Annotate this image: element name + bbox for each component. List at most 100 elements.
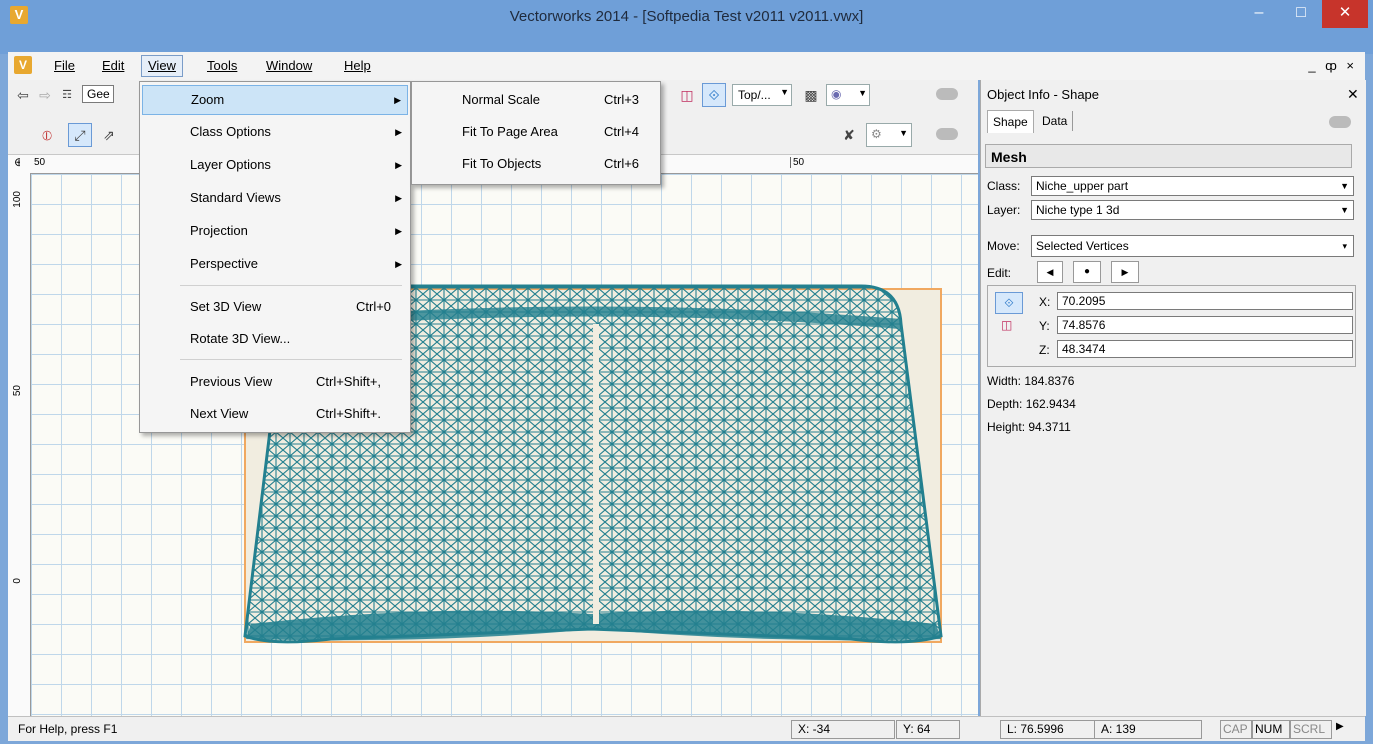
class-hierarchy-icon[interactable]: ☶ [56, 84, 78, 106]
palette-expand-toggle[interactable] [1329, 116, 1351, 128]
menu-tools[interactable]: Tools [201, 56, 243, 76]
projection-icon: ◉ [831, 87, 842, 101]
menu-item-zoom[interactable]: Zoom ▶ [142, 85, 408, 115]
menu-item-shortcut: Ctrl+0 [356, 299, 392, 314]
tab-data[interactable]: Data [1037, 111, 1074, 131]
menu-item-normal-scale[interactable]: Normal Scale Ctrl+3 [412, 85, 658, 115]
toolbar-expand-toggle[interactable] [936, 88, 958, 100]
close-button[interactable]: ✕ [1322, 0, 1368, 28]
no-vertex-icon[interactable]: ⦶ [36, 124, 58, 146]
move-vertices-icon[interactable]: ⇗ [98, 124, 120, 146]
chevron-down-icon: ▼ [1340, 205, 1349, 215]
class-select[interactable]: Niche_upper part ▼ [1031, 176, 1354, 196]
ruler-label: 100 [12, 191, 23, 208]
num-lock-indicator: NUM [1252, 720, 1290, 739]
status-more-arrow-icon[interactable]: ▶ [1336, 721, 1344, 732]
menu-item-shortcut: Ctrl+4 [604, 124, 640, 139]
menu-file[interactable]: File [48, 56, 81, 76]
layer-select[interactable]: Niche type 1 3d ▼ [1031, 200, 1354, 220]
depth-readout: Depth: 162.9434 [987, 397, 1076, 411]
class-value: Niche_upper part [1036, 179, 1129, 193]
menu-edit[interactable]: Edit [96, 56, 130, 76]
menu-item-label: Previous View [190, 374, 273, 389]
status-bar: For Help, press F1 X: -34 Y: 64 L: 76.59… [8, 716, 1365, 741]
menu-view[interactable]: View [141, 55, 183, 77]
menu-item-fit-to-page-area[interactable]: Fit To Page Area Ctrl+4 [412, 117, 658, 147]
maximize-button[interactable]: □ [1280, 0, 1322, 28]
ruler-label: 50 [790, 157, 804, 168]
document-icon[interactable]: V [14, 56, 32, 74]
forward-arrow-icon[interactable]: ⇨ [34, 84, 56, 106]
menu-item-fit-to-objects[interactable]: Fit To Objects Ctrl+6 [412, 149, 658, 179]
submenu-arrow-icon: ▶ [395, 259, 402, 269]
menu-separator [180, 359, 402, 360]
y-label: Y: [1039, 319, 1050, 333]
ruler-vertical[interactable]: 100 50 0 [8, 173, 31, 716]
screen-plane-icon[interactable]: ⟐ [995, 292, 1023, 314]
flyover-tool-icon[interactable]: ✘ [838, 124, 860, 146]
standard-view-select[interactable]: Top/... ▼ [732, 84, 792, 106]
screen-plane-icon[interactable]: ⟐ [702, 83, 726, 107]
class-label: Class: [987, 179, 1021, 193]
palette-close-icon[interactable]: ✕ [1347, 86, 1359, 103]
caps-lock-indicator: CAP [1220, 720, 1252, 739]
move-value: Selected Vertices [1036, 239, 1129, 253]
tab-shape[interactable]: Shape [987, 110, 1034, 133]
layer-plane-icon[interactable]: ◫ [1001, 318, 1012, 332]
next-vertex-button[interactable]: ▶ [1111, 261, 1139, 283]
angle-readout: A: 139 [1094, 720, 1202, 739]
menu-help-label: Help [344, 58, 371, 73]
center-vertex-button[interactable]: ● [1073, 261, 1101, 283]
menu-item-projection[interactable]: Projection ▶ [142, 216, 408, 246]
ruler-label: 50 [34, 157, 46, 168]
submenu-arrow-icon: ▶ [394, 95, 401, 105]
preferences-select[interactable]: ⚙ ▼ [866, 123, 912, 147]
length-readout: L: 76.5996 [1000, 720, 1096, 739]
chevron-down-icon: ▼ [899, 128, 908, 138]
tab-shape-label: Shape [993, 115, 1028, 129]
menu-help[interactable]: Help [338, 56, 377, 76]
active-class-field[interactable]: Gee [82, 85, 114, 103]
ruler-label: 50 [12, 385, 23, 397]
minimize-button[interactable]: – [1238, 0, 1280, 28]
menu-item-previous-view[interactable]: Previous View Ctrl+Shift+, [142, 367, 408, 397]
menu-item-class-options[interactable]: Class Options ▶ [142, 117, 408, 147]
projection-select[interactable]: ◉ ▼ [826, 84, 870, 106]
chevron-down-icon: ▼ [1340, 181, 1349, 191]
z-field[interactable]: 48.3474 [1057, 340, 1353, 358]
menu-window-label: Window [266, 58, 313, 73]
menu-item-label: Next View [190, 406, 249, 421]
menu-item-shortcut: Ctrl+6 [604, 156, 640, 171]
width-readout: Width: 184.8376 [987, 374, 1075, 388]
menu-separator [180, 285, 402, 286]
previous-vertex-button[interactable]: ◀ [1037, 261, 1063, 283]
status-help-text: For Help, press F1 [18, 722, 118, 736]
z-label: Z: [1039, 343, 1050, 357]
render-mode-icon[interactable]: ▩ [800, 84, 822, 106]
move-vertex-icon[interactable]: ⤢ [68, 123, 92, 147]
y-field[interactable]: 74.8576 [1057, 316, 1353, 334]
menu-item-perspective[interactable]: Perspective ▶ [142, 249, 408, 279]
document-window-controls[interactable]: _ ȹ × [1308, 58, 1357, 73]
modebar-expand-toggle[interactable] [936, 128, 958, 140]
menu-item-rotate-3d-view[interactable]: Rotate 3D View... [142, 324, 408, 354]
menu-item-set-3d-view[interactable]: Set 3D View Ctrl+0 [142, 292, 408, 322]
back-arrow-icon[interactable]: ⇦ [12, 84, 34, 106]
edit-label: Edit: [987, 266, 1012, 280]
menu-item-layer-options[interactable]: Layer Options ▶ [142, 150, 408, 180]
menu-item-next-view[interactable]: Next View Ctrl+Shift+. [142, 399, 408, 429]
menu-tools-label: Tools [207, 58, 238, 73]
scroll-lock-indicator: SCRL [1290, 720, 1332, 739]
menu-item-label: Layer Options [190, 157, 271, 172]
menu-window[interactable]: Window [260, 56, 318, 76]
x-field[interactable]: 70.2095 [1057, 292, 1353, 310]
chevron-down-icon: ▼ [780, 87, 789, 97]
move-select[interactable]: Selected Vertices ▾ [1031, 235, 1354, 257]
layer-plane-icon[interactable]: ◫ [676, 84, 698, 106]
menu-item-shortcut: Ctrl+3 [604, 92, 640, 107]
menu-item-label: Fit To Page Area [462, 124, 558, 139]
menu-item-label: Set 3D View [190, 299, 262, 314]
menu-item-standard-views[interactable]: Standard Views ▶ [142, 183, 408, 213]
menu-item-label: Zoom [191, 92, 225, 107]
submenu-arrow-icon: ▶ [395, 226, 402, 236]
